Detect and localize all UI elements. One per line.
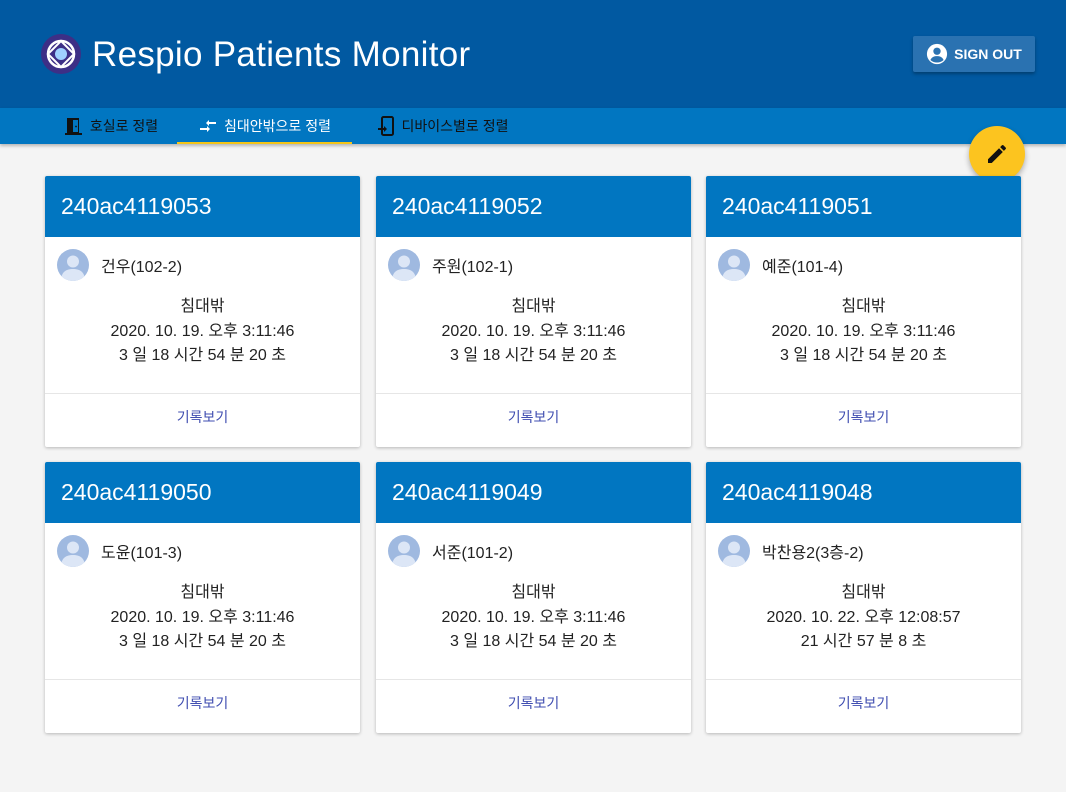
status-timestamp: 2020. 10. 19. 오후 3:11:46 [771,322,956,340]
status-info: 침대밖 2020. 10. 19. 오후 3:11:46 3 일 18 시간 5… [706,295,1021,369]
status-timestamp: 2020. 10. 22. 오후 12:08:57 [766,608,961,626]
status-info: 침대밖 2020. 10. 19. 오후 3:11:46 3 일 18 시간 5… [376,295,691,369]
view-history-button[interactable]: 기록보기 [706,691,1021,715]
tab-sort-by-room[interactable]: 호실로 정렬 [47,108,175,144]
card-divider [706,393,1021,394]
device-id: 240ac4119050 [45,462,360,523]
device-icon [377,116,394,136]
patient-row: 건우(102-2) [57,249,182,281]
tab-sort-by-bed-status[interactable]: 침대안밖으로 정렬 [177,108,352,144]
avatar [718,535,750,567]
device-id: 240ac4119052 [376,176,691,237]
person-avatar-icon [722,541,746,567]
bed-status: 침대밖 [180,298,225,315]
tab-label: 디바이스별로 정렬 [401,118,509,134]
device-id: 240ac4119048 [706,462,1021,523]
sign-out-button[interactable]: SIGN OUT [913,36,1035,72]
device-id: 240ac4119049 [376,462,691,523]
app-header: Respio Patients Monitor SIGN OUT [0,0,1066,108]
tab-label: 호실로 정렬 [89,118,159,134]
transfer-arrows-icon [200,120,217,132]
bed-status: 침대밖 [841,298,886,315]
device-card: 240ac4119051 예준(101-4) 침대밖 2020. 10. 19.… [706,176,1021,447]
person-avatar-icon [61,541,85,567]
view-history-button[interactable]: 기록보기 [376,405,691,429]
device-card: 240ac4119050 도윤(101-3) 침대밖 2020. 10. 19.… [45,462,360,733]
status-timestamp: 2020. 10. 19. 오후 3:11:46 [110,608,295,626]
status-timestamp: 2020. 10. 19. 오후 3:11:46 [441,322,626,340]
status-info: 침대밖 2020. 10. 19. 오후 3:11:46 3 일 18 시간 5… [45,581,360,655]
bed-status: 침대밖 [511,298,556,315]
status-duration: 3 일 18 시간 54 분 20 초 [449,633,617,650]
sort-tab-bar: 호실로 정렬 침대안밖으로 정렬 디바이스별로 정렬 [0,108,1066,144]
person-avatar-icon [392,255,416,281]
app-logo-icon [41,34,81,74]
view-history-button[interactable]: 기록보기 [45,691,360,715]
patient-row: 주원(102-1) [388,249,513,281]
avatar [57,535,89,567]
view-history-button[interactable]: 기록보기 [376,691,691,715]
patient-row: 예준(101-4) [718,249,843,281]
patient-row: 도윤(101-3) [57,535,182,567]
bed-status: 침대밖 [511,584,556,601]
device-id: 240ac4119053 [45,176,360,237]
tab-sort-by-device[interactable]: 디바이스별로 정렬 [357,108,527,144]
device-card: 240ac4119053 건우(102-2) 침대밖 2020. 10. 19.… [45,176,360,447]
patient-name: 박찬용2(3층-2) [762,545,864,562]
patient-name: 건우(102-2) [101,259,183,276]
card-divider [706,679,1021,680]
card-divider [376,679,691,680]
patient-name: 주원(102-1) [432,259,514,276]
bed-status: 침대밖 [841,584,886,601]
status-timestamp: 2020. 10. 19. 오후 3:11:46 [441,608,626,626]
status-duration: 3 일 18 시간 54 분 20 초 [118,347,286,364]
app-title: Respio Patients Monitor [92,35,471,74]
edit-fab-button[interactable] [969,126,1025,182]
device-card: 240ac4119052 주원(102-1) 침대밖 2020. 10. 19.… [376,176,691,447]
card-divider [45,393,360,394]
patient-name: 예준(101-4) [762,259,844,276]
account-circle-icon [927,43,948,65]
bed-status: 침대밖 [180,584,225,601]
patient-row: 서준(101-2) [388,535,513,567]
status-timestamp: 2020. 10. 19. 오후 3:11:46 [110,322,295,340]
person-avatar-icon [722,255,746,281]
view-history-button[interactable]: 기록보기 [706,405,1021,429]
avatar [57,249,89,281]
status-info: 침대밖 2020. 10. 19. 오후 3:11:46 3 일 18 시간 5… [45,295,360,369]
card-divider [376,393,691,394]
edit-pencil-icon [988,144,1007,163]
status-info: 침대밖 2020. 10. 19. 오후 3:11:46 3 일 18 시간 5… [376,581,691,655]
status-info: 침대밖 2020. 10. 22. 오후 12:08:57 21 시간 57 분… [706,581,1021,655]
tab-label: 침대안밖으로 정렬 [224,118,331,134]
status-duration: 3 일 18 시간 54 분 20 초 [118,633,286,650]
device-card: 240ac4119048 박찬용2(3층-2) 침대밖 2020. 10. 22… [706,462,1021,733]
view-history-button[interactable]: 기록보기 [45,405,360,429]
status-duration: 3 일 18 시간 54 분 20 초 [779,347,947,364]
person-avatar-icon [61,255,85,281]
device-id: 240ac4119051 [706,176,1021,237]
avatar [718,249,750,281]
door-icon [64,118,82,135]
avatar [388,535,420,567]
patient-name: 서준(101-2) [432,545,514,562]
person-avatar-icon [392,541,416,567]
avatar [388,249,420,281]
status-duration: 21 시간 57 분 8 초 [800,633,927,650]
patient-row: 박찬용2(3층-2) [718,535,864,567]
card-divider [45,679,360,680]
patient-name: 도윤(101-3) [101,545,183,562]
sign-out-label: SIGN OUT [954,46,1022,62]
status-duration: 3 일 18 시간 54 분 20 초 [449,347,617,364]
device-card: 240ac4119049 서준(101-2) 침대밖 2020. 10. 19.… [376,462,691,733]
